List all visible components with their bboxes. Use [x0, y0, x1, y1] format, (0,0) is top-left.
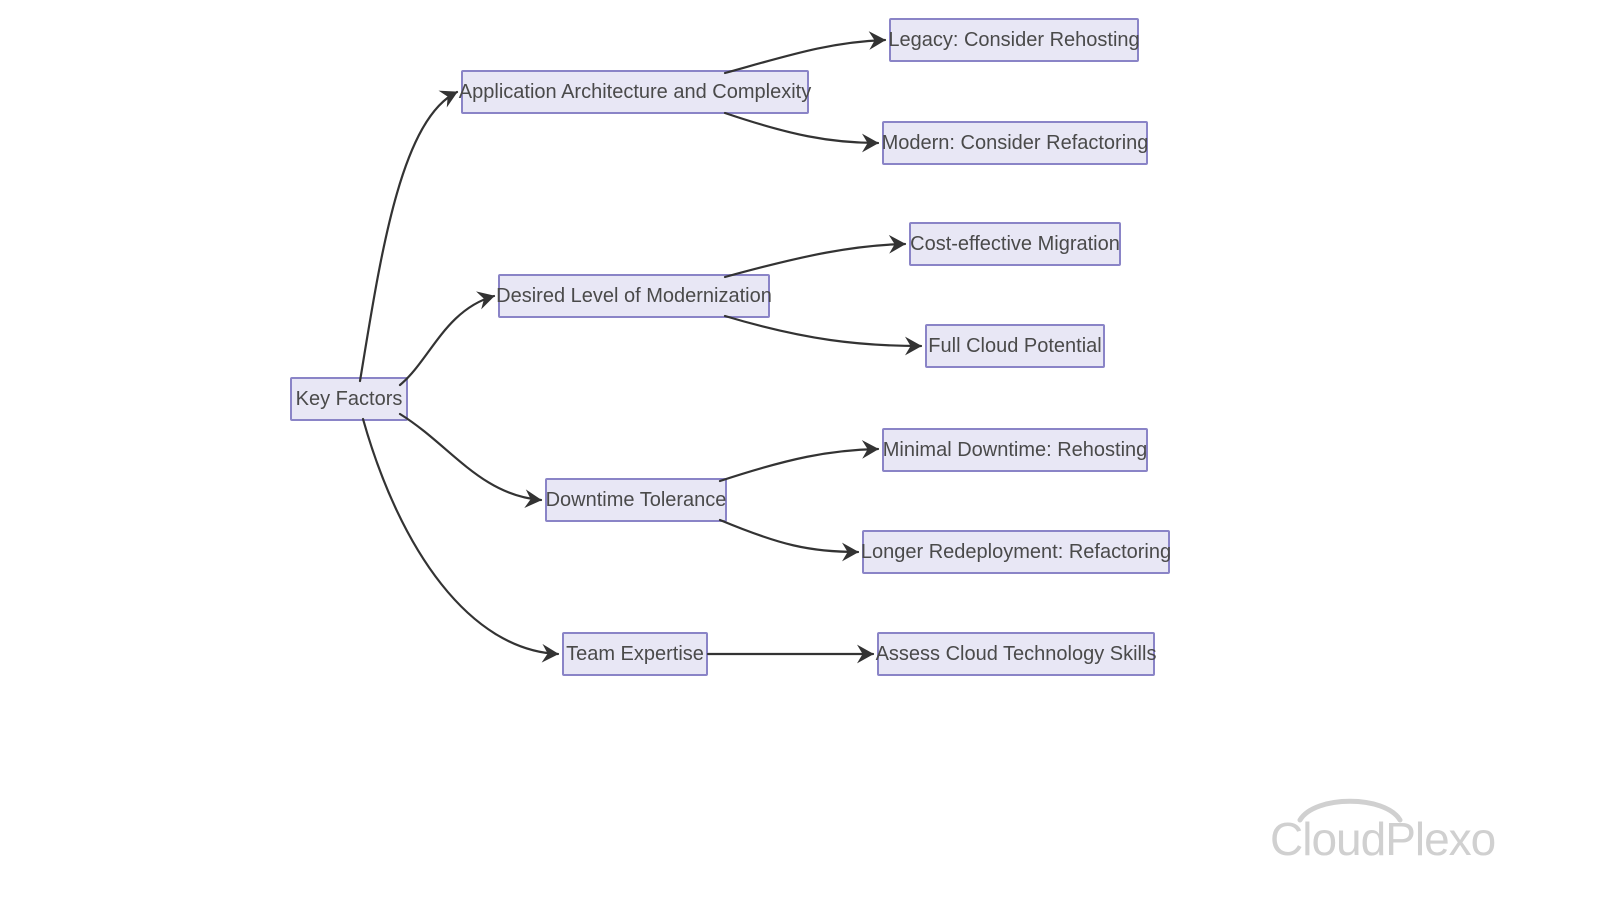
- branch-downtime: Downtime Tolerance: [545, 478, 727, 522]
- branch-modern-level: Desired Level of Modernization: [498, 274, 770, 318]
- branch-modern-level-label: Desired Level of Modernization: [496, 285, 772, 308]
- branch-team-label: Team Expertise: [566, 643, 704, 666]
- leaf-minimal: Minimal Downtime: Rehosting: [882, 428, 1148, 472]
- leaf-cost-label: Cost-effective Migration: [910, 233, 1120, 256]
- root-node: Key Factors: [290, 377, 408, 421]
- branch-arch: Application Architecture and Complexity: [461, 70, 809, 114]
- leaf-modern-label: Modern: Consider Refactoring: [882, 132, 1149, 155]
- diagram-edges: [0, 0, 1600, 900]
- branch-downtime-label: Downtime Tolerance: [546, 489, 727, 512]
- root-node-label: Key Factors: [296, 388, 403, 411]
- leaf-fullcloud-label: Full Cloud Potential: [928, 335, 1101, 358]
- leaf-assess: Assess Cloud Technology Skills: [877, 632, 1155, 676]
- leaf-longer-label: Longer Redeployment: Refactoring: [861, 541, 1171, 564]
- leaf-assess-label: Assess Cloud Technology Skills: [876, 643, 1157, 666]
- leaf-legacy-label: Legacy: Consider Rehosting: [888, 29, 1139, 52]
- leaf-minimal-label: Minimal Downtime: Rehosting: [883, 439, 1148, 462]
- leaf-longer: Longer Redeployment: Refactoring: [862, 530, 1170, 574]
- leaf-cost: Cost-effective Migration: [909, 222, 1121, 266]
- brand-logo: CloudPlexo: [1270, 790, 1570, 870]
- leaf-fullcloud: Full Cloud Potential: [925, 324, 1105, 368]
- leaf-legacy: Legacy: Consider Rehosting: [889, 18, 1139, 62]
- leaf-modern: Modern: Consider Refactoring: [882, 121, 1148, 165]
- branch-arch-label: Application Architecture and Complexity: [459, 81, 811, 104]
- branch-team: Team Expertise: [562, 632, 708, 676]
- svg-text:CloudPlexo: CloudPlexo: [1270, 813, 1495, 865]
